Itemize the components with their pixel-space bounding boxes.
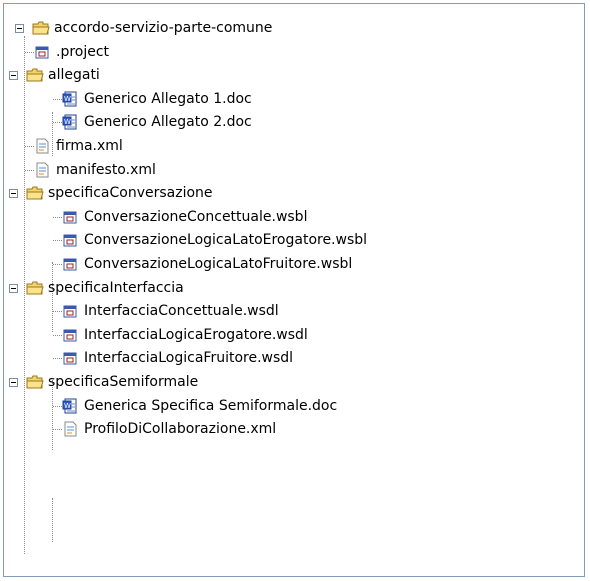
tree-node-file[interactable]: ConversazioneLogicaLatoErogatore.wsbl: [62, 228, 367, 252]
tree-node-file[interactable]: InterfacciaLogicaFruitore.wsdl: [62, 346, 293, 370]
tree-line: [53, 264, 62, 265]
tree-label: ConversazioneLogicaLatoErogatore.wsbl: [84, 232, 368, 249]
project-file-icon: [62, 327, 78, 343]
collapse-toggle-icon[interactable]: [12, 20, 28, 36]
tree-node-file[interactable]: ConversazioneLogicaLatoFruitore.wsbl: [62, 252, 352, 276]
tree-node-file[interactable]: W Generico Allegato 2.doc: [62, 110, 252, 134]
tree-line: [53, 334, 62, 336]
tree-node-file[interactable]: W Generica Specifica Semiformale.doc: [62, 394, 337, 418]
tree-node-file[interactable]: InterfacciaConcettuale.wsdl: [62, 299, 279, 323]
tree-label: ProfiloDiCollaborazione.xml: [84, 421, 277, 438]
tree-line: [53, 216, 62, 218]
collapse-toggle-icon[interactable]: [6, 374, 22, 390]
tree-label: specificaConversazione: [48, 185, 213, 202]
tree-line: [53, 122, 62, 124]
tree-node-root[interactable]: accordo-servizio-parte-comune: [12, 16, 272, 40]
project-file-icon: [34, 44, 50, 60]
svg-text:W: W: [64, 402, 71, 410]
tree-node-file[interactable]: ProfiloDiCollaborazione.xml: [62, 417, 276, 441]
tree-label: InterfacciaLogicaFruitore.wsdl: [84, 350, 294, 367]
tree-line: [53, 358, 62, 360]
tree-node-folder[interactable]: specificaSemiformale: [6, 370, 198, 394]
project-file-icon: [62, 256, 78, 272]
tree-node-file[interactable]: W Generico Allegato 1.doc: [62, 87, 252, 111]
xml-file-icon: [34, 162, 50, 178]
collapse-toggle-icon[interactable]: [6, 67, 22, 83]
project-file-icon: [62, 303, 78, 319]
tree-line: [25, 146, 34, 147]
tree-label: InterfacciaConcettuale.wsdl: [84, 303, 279, 320]
word-doc-icon: W: [62, 91, 78, 107]
folder-icon: [26, 67, 44, 83]
tree-node-file[interactable]: manifesto.xml: [34, 158, 156, 182]
tree-label: accordo-servizio-parte-comune: [54, 20, 273, 36]
tree-line: [53, 405, 62, 407]
tree-line: [53, 98, 62, 100]
tree-label: Generico Allegato 1.doc: [84, 90, 252, 107]
svg-text:W: W: [64, 95, 71, 103]
tree-node-folder[interactable]: allegati: [6, 63, 100, 87]
word-doc-icon: W: [62, 114, 78, 130]
tree-label: Generica Specifica Semiformale.doc: [84, 397, 338, 414]
open-folder-icon: [32, 20, 50, 36]
tree-label: ConversazioneLogicaLatoFruitore.wsbl: [84, 256, 353, 272]
tree-label: manifesto.xml: [56, 161, 156, 178]
tree-line: [53, 311, 62, 313]
tree-node-file[interactable]: InterfacciaLogicaErogatore.wsdl: [62, 323, 308, 347]
tree-line: [53, 240, 62, 242]
project-file-icon: [62, 209, 78, 225]
word-doc-icon: W: [62, 398, 78, 414]
tree-label: specificaInterfaccia: [48, 279, 184, 296]
tree-line: [25, 51, 34, 53]
tree-node-file[interactable]: firma.xml: [34, 134, 123, 158]
xml-file-icon: [62, 421, 78, 437]
file-tree-panel: accordo-servizio-parte-comune .project al…: [3, 3, 585, 577]
collapse-toggle-icon[interactable]: [6, 185, 22, 201]
tree-label: firma.xml: [56, 138, 123, 154]
xml-file-icon: [34, 138, 50, 154]
tree-label: .project: [56, 43, 110, 60]
tree-label: InterfacciaLogicaErogatore.wsdl: [84, 326, 308, 343]
project-file-icon: [62, 350, 78, 366]
tree-line: [53, 429, 62, 431]
tree-line: [25, 169, 34, 171]
folder-icon: [26, 185, 44, 201]
tree-label: ConversazioneConcettuale.wsbl: [84, 208, 308, 225]
tree-node-folder[interactable]: specificaInterfaccia: [6, 276, 184, 300]
collapse-toggle-icon[interactable]: [6, 280, 22, 296]
tree-label: Generico Allegato 2.doc: [84, 114, 252, 131]
tree-line: [52, 498, 53, 542]
tree-node-folder[interactable]: specificaConversazione: [6, 181, 213, 205]
folder-icon: [26, 374, 44, 390]
tree-node-file[interactable]: ConversazioneConcettuale.wsbl: [62, 205, 307, 229]
tree-node-file[interactable]: .project: [34, 40, 109, 64]
project-file-icon: [62, 232, 78, 248]
tree-label: specificaSemiformale: [48, 374, 199, 390]
tree-label: allegati: [48, 67, 100, 84]
folder-icon: [26, 280, 44, 296]
svg-text:W: W: [64, 118, 71, 126]
